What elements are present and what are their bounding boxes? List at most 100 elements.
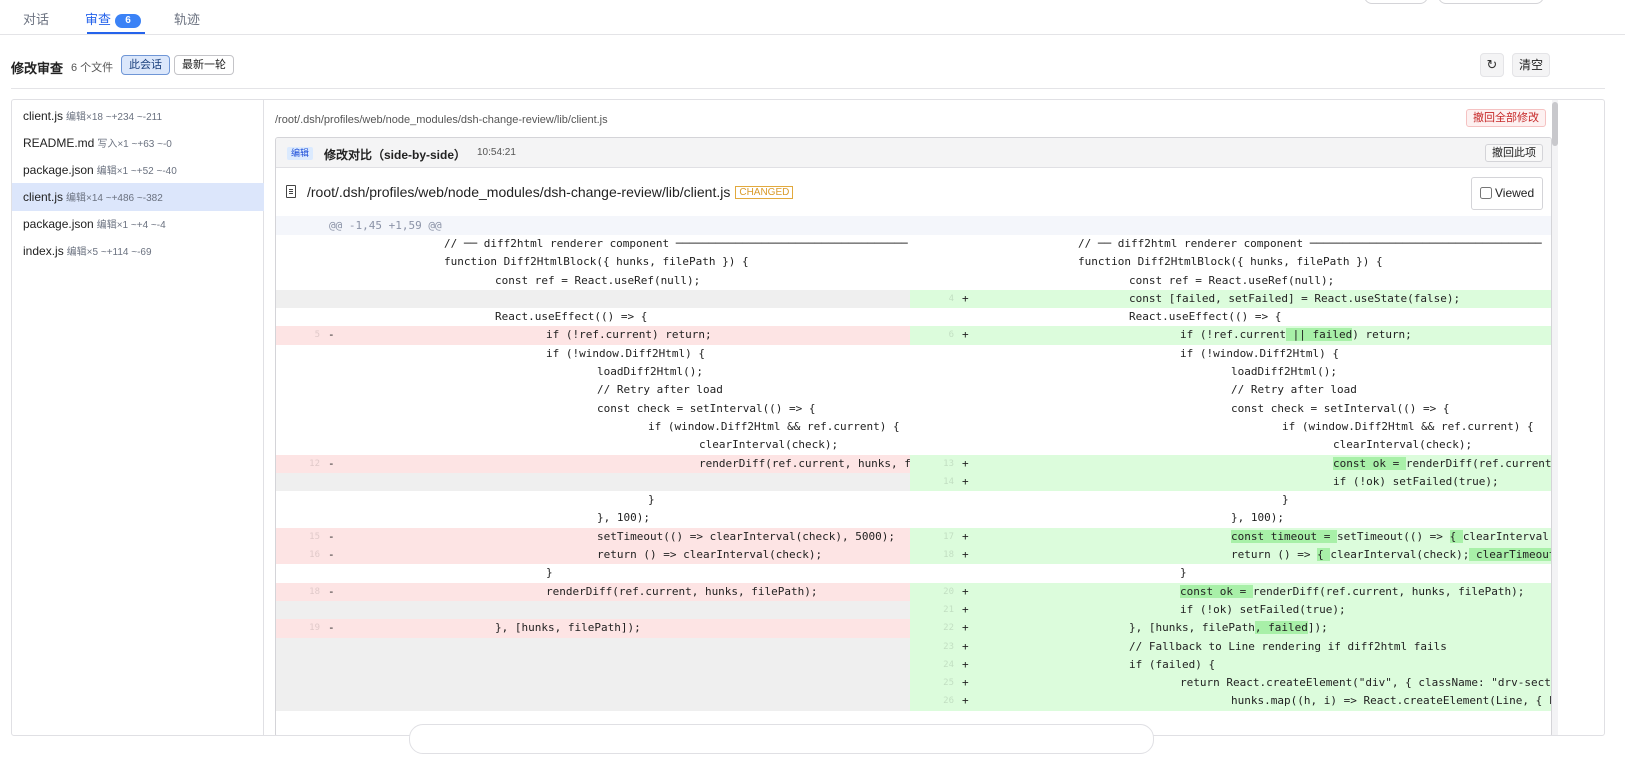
file-list-item[interactable]: README.md 写入×1 ~+63 ~-0 <box>12 129 264 157</box>
file-name: package.json <box>23 163 94 177</box>
diff-line <box>276 692 910 711</box>
hunk-header-text: @@ -1,45 +1,59 @@ <box>329 219 442 232</box>
tab-trajectory[interactable]: 轨迹 <box>174 9 200 28</box>
addition-marker: + <box>962 694 969 708</box>
edit-tag: 编辑 <box>287 147 314 160</box>
code-text: if (!window.Diff2Html) { <box>546 346 705 360</box>
inline-change-highlight: || failed <box>1285 328 1353 342</box>
inline-change-highlight: const timeout = <box>1231 529 1337 543</box>
scrollbar-track[interactable] <box>1552 100 1558 735</box>
revert-item-button[interactable]: 撤回此项 <box>1485 144 1543 162</box>
line-number: 19 <box>309 623 320 634</box>
diff-line: function Diff2HtmlBlock({ hunks, filePat… <box>910 253 1551 271</box>
scope-session-button[interactable]: 此会话 <box>121 55 170 75</box>
diff-line: React.useEffect(() => { <box>910 308 1551 326</box>
code-text: if (!window.Diff2Html) { <box>1180 346 1339 360</box>
diff-line <box>276 472 910 492</box>
code-text: } <box>648 493 655 507</box>
line-number: 14 <box>943 476 954 487</box>
deletion-marker: - <box>328 548 335 562</box>
diff-line: 17 + const timeout = setTimeout(() => { cl… <box>910 527 1551 547</box>
code-text: return () => { clearInterval(check); cle… <box>1231 546 1551 564</box>
code-text: if (!ref.current || failed) return; <box>1180 326 1412 344</box>
diff-line: loadDiff2Html(); <box>276 363 910 381</box>
input-bar[interactable] <box>409 724 1154 754</box>
addition-marker: + <box>962 639 969 653</box>
top-action-button[interactable] <box>1438 0 1544 4</box>
diff-detail: /root/.dsh/profiles/web/node_modules/dsh… <box>265 100 1604 735</box>
code-text: loadDiff2Html(); <box>1231 365 1337 379</box>
change-card-title: 修改对比（side-by-side） <box>324 148 467 162</box>
tab-review-label: 审查 <box>85 12 112 27</box>
diff-line <box>276 655 910 675</box>
diff-line: const check = setInterval(() => { <box>910 400 1551 418</box>
change-timestamp: 10:54:21 <box>477 147 516 158</box>
code-text: return () => clearInterval(check); <box>597 548 823 562</box>
file-change-stats: 编辑×1 ~+4 ~-4 <box>96 220 166 231</box>
code-text: const ref = React.useRef(null); <box>495 273 701 287</box>
code-segment: }, [hunks, filePath <box>1129 621 1255 635</box>
diff-line: } <box>910 564 1551 582</box>
diff-line: // Retry after load <box>910 381 1551 399</box>
code-text: React.useEffect(() => { <box>495 310 648 324</box>
line-number: 23 <box>943 641 954 652</box>
line-number: 4 <box>948 293 954 304</box>
addition-marker: + <box>962 328 969 342</box>
file-name: client.js <box>23 190 64 204</box>
review-header: 修改审查 6 个文件 此会话 最新一轮 ↻ 清空 <box>11 53 1605 89</box>
diff-line: 14 + if (!ok) setFailed(true); <box>910 472 1551 492</box>
diff-line: loadDiff2Html(); <box>910 363 1551 381</box>
scrollbar-thumb[interactable] <box>1552 102 1558 146</box>
viewed-label: Viewed <box>1495 186 1535 200</box>
diff-line: const ref = React.useRef(null); <box>910 272 1551 290</box>
addition-marker: + <box>962 657 969 671</box>
file-list-item[interactable]: package.json 编辑×1 ~+4 ~-4 <box>12 210 264 238</box>
clear-button[interactable]: 清空 <box>1512 53 1550 77</box>
file-list-item[interactable]: package.json 编辑×1 ~+52 ~-40 <box>12 156 264 184</box>
top-action-button[interactable] <box>1364 0 1428 4</box>
file-change-stats: 写入×1 ~+63 ~-0 <box>97 139 172 150</box>
code-text: // ── diff2html renderer component ─────… <box>1078 237 1542 250</box>
diff-line: // ── diff2html renderer component ─────… <box>276 235 910 253</box>
viewed-checkbox[interactable] <box>1480 187 1492 199</box>
refresh-icon[interactable]: ↻ <box>1480 53 1504 77</box>
review-panel: client.js 编辑×18 ~+234 ~-211 README.md 写入×1 … <box>11 99 1605 736</box>
revert-all-button[interactable]: 撤回全部修改 <box>1466 109 1546 127</box>
code-text: clearInterval(check); <box>1333 438 1473 452</box>
file-icon <box>286 185 296 198</box>
file-list-item[interactable]: client.js 编辑×14 ~+486 ~-382 <box>12 183 264 211</box>
file-list-item[interactable]: client.js 编辑×18 ~+234 ~-211 <box>12 102 264 130</box>
diff-line <box>276 637 910 656</box>
code-text: } <box>546 566 553 580</box>
code-text: setTimeout(() => clearInterval(check), 5… <box>597 529 896 543</box>
code-text: }, 100); <box>1231 511 1284 525</box>
file-list-item[interactable]: index.js 编辑×5 ~+114 ~-69 <box>12 237 264 265</box>
diff-line: 6 + if (!ref.current || failed) return; <box>910 326 1551 345</box>
line-number: 24 <box>943 659 954 670</box>
hunk-header: @@ -1,45 +1,59 @@ <box>276 216 1551 235</box>
code-text: if (window.Diff2Html && ref.current) { <box>1282 419 1534 433</box>
file-name: index.js <box>23 244 64 258</box>
line-number: 12 <box>309 458 320 469</box>
addition-marker: + <box>962 676 969 690</box>
code-segment: return () => <box>1231 548 1318 562</box>
code-text: return React.createElement("div", { clas… <box>1180 676 1551 690</box>
code-text: if (!ok) setFailed(true); <box>1333 474 1499 488</box>
code-text: } <box>1282 493 1289 507</box>
scope-latest-round-button[interactable]: 最新一轮 <box>174 55 234 75</box>
change-card: 编辑 修改对比（side-by-side） 10:54:21 撤回此项 /roo… <box>275 137 1552 735</box>
tab-review[interactable]: 审查 6 <box>85 9 142 28</box>
diff-line: } <box>276 564 910 582</box>
addition-marker: + <box>962 602 969 616</box>
deletion-marker: - <box>328 328 335 342</box>
code-text: const timeout = setTimeout(() => { clear… <box>1231 528 1551 546</box>
viewed-toggle[interactable]: Viewed <box>1471 177 1543 210</box>
diff-line: const check = setInterval(() => { <box>276 400 910 418</box>
diff-line: 12- renderDiff(ref.current, hunks, filePa… <box>276 454 910 473</box>
code-text: }, [hunks, filePath]); <box>495 621 641 635</box>
addition-marker: + <box>962 474 969 488</box>
diff-line: 13 + const ok = renderDiff(ref.current, hu… <box>910 454 1551 473</box>
code-text: // Retry after load <box>597 383 723 397</box>
tab-chat[interactable]: 对话 <box>23 9 49 28</box>
code-text: React.useEffect(() => { <box>1129 310 1282 324</box>
